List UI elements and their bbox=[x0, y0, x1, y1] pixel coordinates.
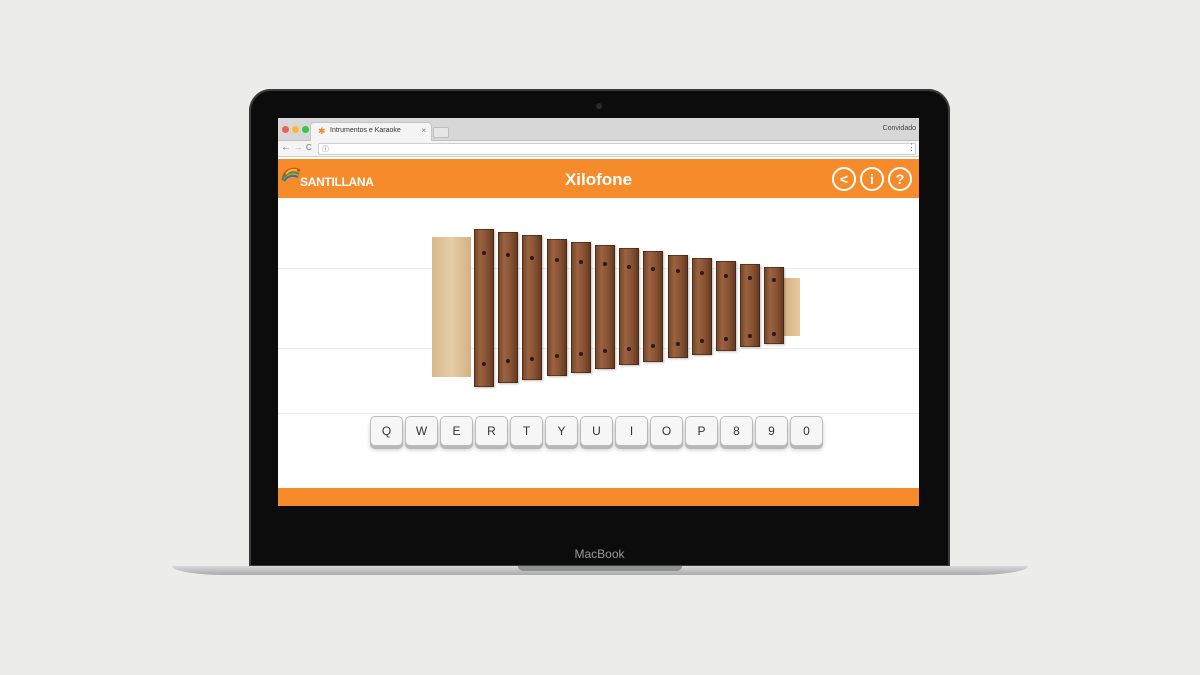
forward-arrow-icon[interactable]: → bbox=[293, 142, 303, 153]
app-header: SANTILLANA Xilofone < i ? bbox=[278, 159, 919, 198]
key-q[interactable]: Q bbox=[370, 416, 403, 446]
info-button[interactable]: i bbox=[860, 167, 884, 191]
key-w[interactable]: W bbox=[405, 416, 438, 446]
reload-icon[interactable]: C bbox=[306, 143, 312, 152]
laptop-hinge-notch bbox=[518, 566, 682, 571]
bar-peg-icon bbox=[603, 349, 607, 354]
xylophone-bar[interactable] bbox=[643, 251, 664, 362]
key-i[interactable]: I bbox=[615, 416, 648, 446]
bar-peg-icon bbox=[530, 356, 535, 361]
xylophone-frame-left bbox=[432, 237, 471, 377]
bar-peg-icon bbox=[772, 278, 777, 283]
browser-menu-icon[interactable]: ⋮ bbox=[907, 142, 916, 153]
key-8[interactable]: 8 bbox=[720, 416, 753, 446]
key-u[interactable]: U bbox=[580, 416, 613, 446]
bar-peg-icon bbox=[603, 262, 607, 267]
xylophone-bar[interactable] bbox=[474, 229, 494, 387]
bar-peg-icon bbox=[506, 359, 511, 364]
bar-peg-icon bbox=[651, 344, 656, 349]
xylophone-stage: QWERTYUIOP890 bbox=[278, 198, 919, 488]
xylophone-bar[interactable] bbox=[498, 232, 519, 384]
back-circle-button[interactable]: < bbox=[832, 167, 856, 191]
bar-peg-icon bbox=[578, 260, 583, 265]
address-bar[interactable]: ⓘ bbox=[318, 143, 916, 155]
tab-favicon-icon: ✱ bbox=[318, 126, 326, 136]
maximize-window-dot[interactable] bbox=[302, 126, 309, 133]
back-arrow-icon[interactable]: ← bbox=[281, 142, 291, 153]
key-0[interactable]: 0 bbox=[790, 416, 823, 446]
tab-title: Intrumentos e Karaoke bbox=[330, 127, 401, 134]
bar-peg-icon bbox=[627, 264, 632, 269]
browser-tab[interactable]: ✱ Intrumentos e Karaoke × bbox=[310, 122, 432, 141]
bar-peg-icon bbox=[675, 269, 680, 274]
bar-peg-icon bbox=[578, 351, 583, 356]
close-window-dot[interactable] bbox=[282, 126, 289, 133]
help-button[interactable]: ? bbox=[888, 167, 912, 191]
bar-peg-icon bbox=[748, 275, 753, 280]
bar-peg-icon bbox=[651, 266, 656, 271]
xylophone-bar[interactable] bbox=[522, 235, 543, 380]
bar-peg-icon bbox=[772, 331, 777, 336]
xylophone-bar[interactable] bbox=[764, 267, 785, 344]
bar-peg-icon bbox=[724, 273, 728, 278]
bar-peg-icon bbox=[699, 339, 704, 344]
bar-peg-icon bbox=[699, 271, 704, 276]
bar-peg-icon bbox=[482, 361, 486, 366]
minimize-window-dot[interactable] bbox=[292, 126, 299, 133]
bar-peg-icon bbox=[627, 346, 632, 351]
xylophone-bar[interactable] bbox=[667, 254, 688, 359]
xylophone-bar[interactable] bbox=[595, 245, 615, 369]
device-brand-label: MacBook bbox=[574, 547, 625, 561]
page-title: Xilofone bbox=[564, 170, 633, 189]
xylophone-bar[interactable] bbox=[716, 261, 736, 351]
browser-tab-strip: ✱ Intrumentos e Karaoke × Convidado bbox=[278, 118, 919, 141]
key-p[interactable]: P bbox=[685, 416, 718, 446]
xylophone-bar[interactable] bbox=[570, 241, 591, 373]
bar-peg-icon bbox=[506, 253, 511, 258]
bar-peg-icon bbox=[482, 251, 486, 256]
key-e[interactable]: E bbox=[440, 416, 473, 446]
xylophone-frame-right bbox=[782, 278, 800, 336]
browser-toolbar: ← → C ⓘ ⋮ bbox=[278, 141, 919, 157]
xylophone-bar[interactable] bbox=[546, 238, 567, 377]
key-y[interactable]: Y bbox=[545, 416, 578, 446]
site-info-icon[interactable]: ⓘ bbox=[322, 144, 329, 154]
bar-peg-icon bbox=[530, 255, 535, 260]
xylophone-bar[interactable] bbox=[619, 248, 640, 366]
tab-close-icon[interactable]: × bbox=[421, 126, 426, 135]
bar-peg-icon bbox=[554, 257, 559, 262]
bar-peg-icon bbox=[675, 341, 680, 346]
laptop-screen: ✱ Intrumentos e Karaoke × Convidado ← → … bbox=[278, 118, 919, 506]
divider bbox=[278, 413, 919, 414]
key-9[interactable]: 9 bbox=[755, 416, 788, 446]
camera-icon bbox=[596, 103, 602, 109]
key-r[interactable]: R bbox=[475, 416, 508, 446]
bar-peg-icon bbox=[554, 354, 559, 359]
bar-peg-icon bbox=[724, 336, 728, 341]
xylophone-bar[interactable] bbox=[740, 264, 761, 348]
key-o[interactable]: O bbox=[650, 416, 683, 446]
new-tab-button[interactable] bbox=[433, 127, 449, 138]
footer-bar bbox=[278, 488, 919, 506]
xylophone-bar[interactable] bbox=[691, 257, 712, 355]
key-t[interactable]: T bbox=[510, 416, 543, 446]
bar-peg-icon bbox=[748, 334, 753, 339]
profile-label[interactable]: Convidado bbox=[883, 125, 916, 132]
